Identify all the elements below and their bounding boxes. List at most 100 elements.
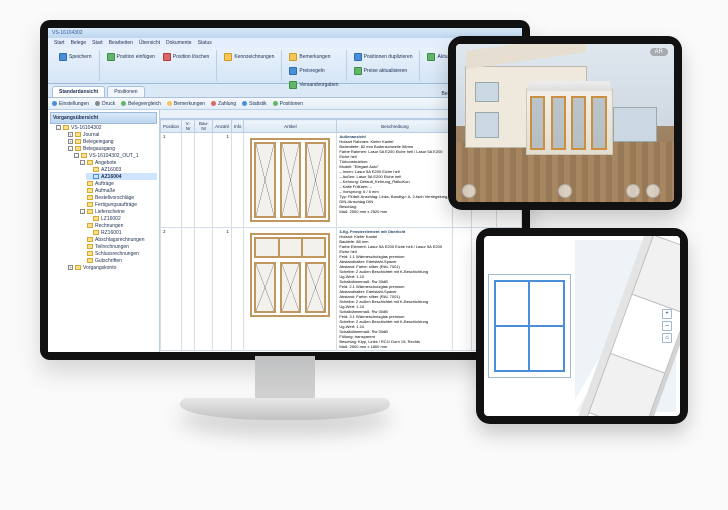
menu-item[interactable]: Belege (71, 40, 87, 46)
tree-item-label: Angebote (95, 160, 116, 166)
tree-item[interactable]: - Lieferscheine (80, 208, 157, 215)
duplicate-positions-button[interactable]: Positionen duplizieren (351, 51, 416, 63)
tree-item[interactable]: +Bestellvorschläge (80, 194, 157, 201)
cell-article-drawing (244, 133, 337, 228)
tree-item[interactable]: - Angebote (80, 159, 157, 166)
ribbon-group-bearbeiten: Bemerkungen Preisregeln Versandvorgaben (282, 50, 346, 81)
tree-item[interactable]: - Belegausgang (68, 145, 157, 152)
folder-icon (87, 258, 93, 263)
refresh-prices-button[interactable]: Preise aktualisieren (351, 65, 416, 77)
column-header[interactable]: V.-Nr (182, 120, 195, 133)
expand-icon[interactable]: + (68, 265, 73, 270)
tree-item-label: Lieferscheine (95, 209, 125, 215)
remarks-button[interactable]: Bemerkungen (286, 51, 341, 63)
tags-button[interactable]: Kennzeichnungen (221, 51, 277, 63)
cad-elevation-thumbnail[interactable] (488, 274, 571, 377)
delete-position-button[interactable]: Position löschen (160, 51, 212, 63)
tab-positions[interactable]: Positionen (273, 101, 303, 107)
expand-icon[interactable]: - (56, 125, 61, 130)
gear-icon (52, 101, 57, 106)
tree-item[interactable]: +Schlussrechnungen (80, 250, 157, 257)
tree-item-label: Rechnungen (95, 223, 123, 229)
cad-profile-view[interactable]: + – ⌂ (484, 236, 680, 416)
insert-position-button[interactable]: Position einfügen (104, 51, 158, 63)
zoom-out-button[interactable]: – (662, 321, 672, 331)
tab-positions[interactable]: Positionen (107, 86, 144, 97)
price-rules-button[interactable]: Preisregeln (286, 65, 341, 77)
ar-settings-button[interactable] (646, 184, 660, 198)
column-header[interactable]: Beschreibung (337, 120, 453, 133)
ar-photo-view[interactable]: AR (456, 44, 674, 202)
expand-icon[interactable]: - (68, 146, 73, 151)
tree-item-label: Belegausgang (83, 146, 115, 152)
ar-capture-button[interactable] (558, 184, 572, 198)
tab-remarks[interactable]: Bemerkungen (167, 101, 205, 107)
tab-print[interactable]: Druck (95, 101, 115, 107)
ar-snapshot-button[interactable] (626, 184, 640, 198)
expand-icon[interactable]: - (80, 160, 85, 165)
save-button[interactable]: Speichern (56, 51, 95, 63)
tree-item[interactable]: +Gutschriften (80, 257, 157, 264)
tree-item-label: Journal (83, 132, 99, 138)
cad-zoom-controls: + – ⌂ (662, 309, 672, 343)
shipping-button[interactable]: Versandvorgaben (286, 79, 341, 91)
menu-item[interactable]: Status (198, 40, 212, 46)
menu-item[interactable]: Start (54, 40, 65, 46)
tree-item[interactable]: +Abschlagsrechnungen (80, 236, 157, 243)
ar-badge[interactable]: AR (650, 48, 668, 56)
tree-item[interactable]: + Journal (68, 131, 157, 138)
menu-item[interactable]: Dokumente (166, 40, 192, 46)
expand-icon[interactable]: - (74, 153, 79, 158)
expand-icon[interactable]: - (80, 209, 85, 214)
tree-item[interactable]: +Vorgangskonto (68, 264, 157, 271)
tree-item[interactable]: +AZ16004 (86, 173, 157, 180)
rule-icon (289, 67, 297, 75)
tab-settings[interactable]: Einstellungen (52, 101, 89, 107)
tab-statistics[interactable]: Statistik (242, 101, 267, 107)
cell-position: 2 (161, 228, 182, 351)
tree-item[interactable]: +Aufträge (80, 180, 157, 187)
tree-item[interactable]: +Belegeingang (68, 138, 157, 145)
column-header[interactable]: Bau-Nr (195, 120, 213, 133)
column-header[interactable]: Artikel (244, 120, 337, 133)
chart-icon (242, 101, 247, 106)
tab-standard[interactable]: Standardansicht (52, 86, 105, 97)
tree-item-label: Gutschriften (95, 258, 122, 264)
cell-position: 1 (161, 133, 182, 228)
folder-icon (63, 125, 69, 130)
tab-compare[interactable]: Belegvergleich (121, 101, 161, 107)
table-row[interactable]: 2 1 3-flg. Fensterelement mit OberlichtH… (161, 228, 522, 351)
folder-icon (87, 209, 93, 214)
conservatory-model[interactable] (526, 88, 613, 154)
tree-item[interactable]: +Rechnungen (80, 222, 157, 229)
glass-panel (571, 96, 586, 150)
column-header[interactable]: Anzahl (213, 120, 232, 133)
menu-item[interactable]: Übersicht (139, 40, 160, 46)
expand-icon[interactable]: + (68, 132, 73, 137)
neighbour-window (613, 107, 657, 142)
expand-icon[interactable]: + (68, 139, 73, 144)
tree-item-label: Aufmaße (95, 188, 115, 194)
tree-item[interactable]: +AZ16003 (86, 166, 157, 173)
ar-back-button[interactable] (462, 184, 476, 198)
zoom-home-button[interactable]: ⌂ (662, 333, 672, 343)
tree-item[interactable]: +RZ16001 (86, 229, 157, 236)
tree-item[interactable]: +Teilrechnungen (80, 243, 157, 250)
cad-section-view[interactable]: + – ⌂ (575, 240, 676, 412)
tree-item[interactable]: +Fertigungsaufträge (80, 201, 157, 208)
zoom-in-button[interactable]: + (662, 309, 672, 319)
column-header[interactable]: Info (231, 120, 244, 133)
tree-item[interactable]: +LZ16002 (86, 215, 157, 222)
tab-payment[interactable]: Zahlung (211, 101, 236, 107)
plus-icon (107, 53, 115, 61)
folder-icon (93, 216, 99, 221)
tree-root[interactable]: -VS-16104302 (56, 124, 157, 131)
tree-item[interactable]: -VS-16104302_OUT_1 (74, 152, 157, 159)
save-icon (59, 53, 67, 61)
menu-item[interactable]: Start (92, 40, 103, 46)
tree-item[interactable]: +Aufmaße (80, 187, 157, 194)
glass-panel (551, 96, 566, 150)
column-header[interactable]: Position (161, 120, 182, 133)
menu-item[interactable]: Bearbeiten (109, 40, 133, 46)
folder-icon (93, 174, 99, 179)
